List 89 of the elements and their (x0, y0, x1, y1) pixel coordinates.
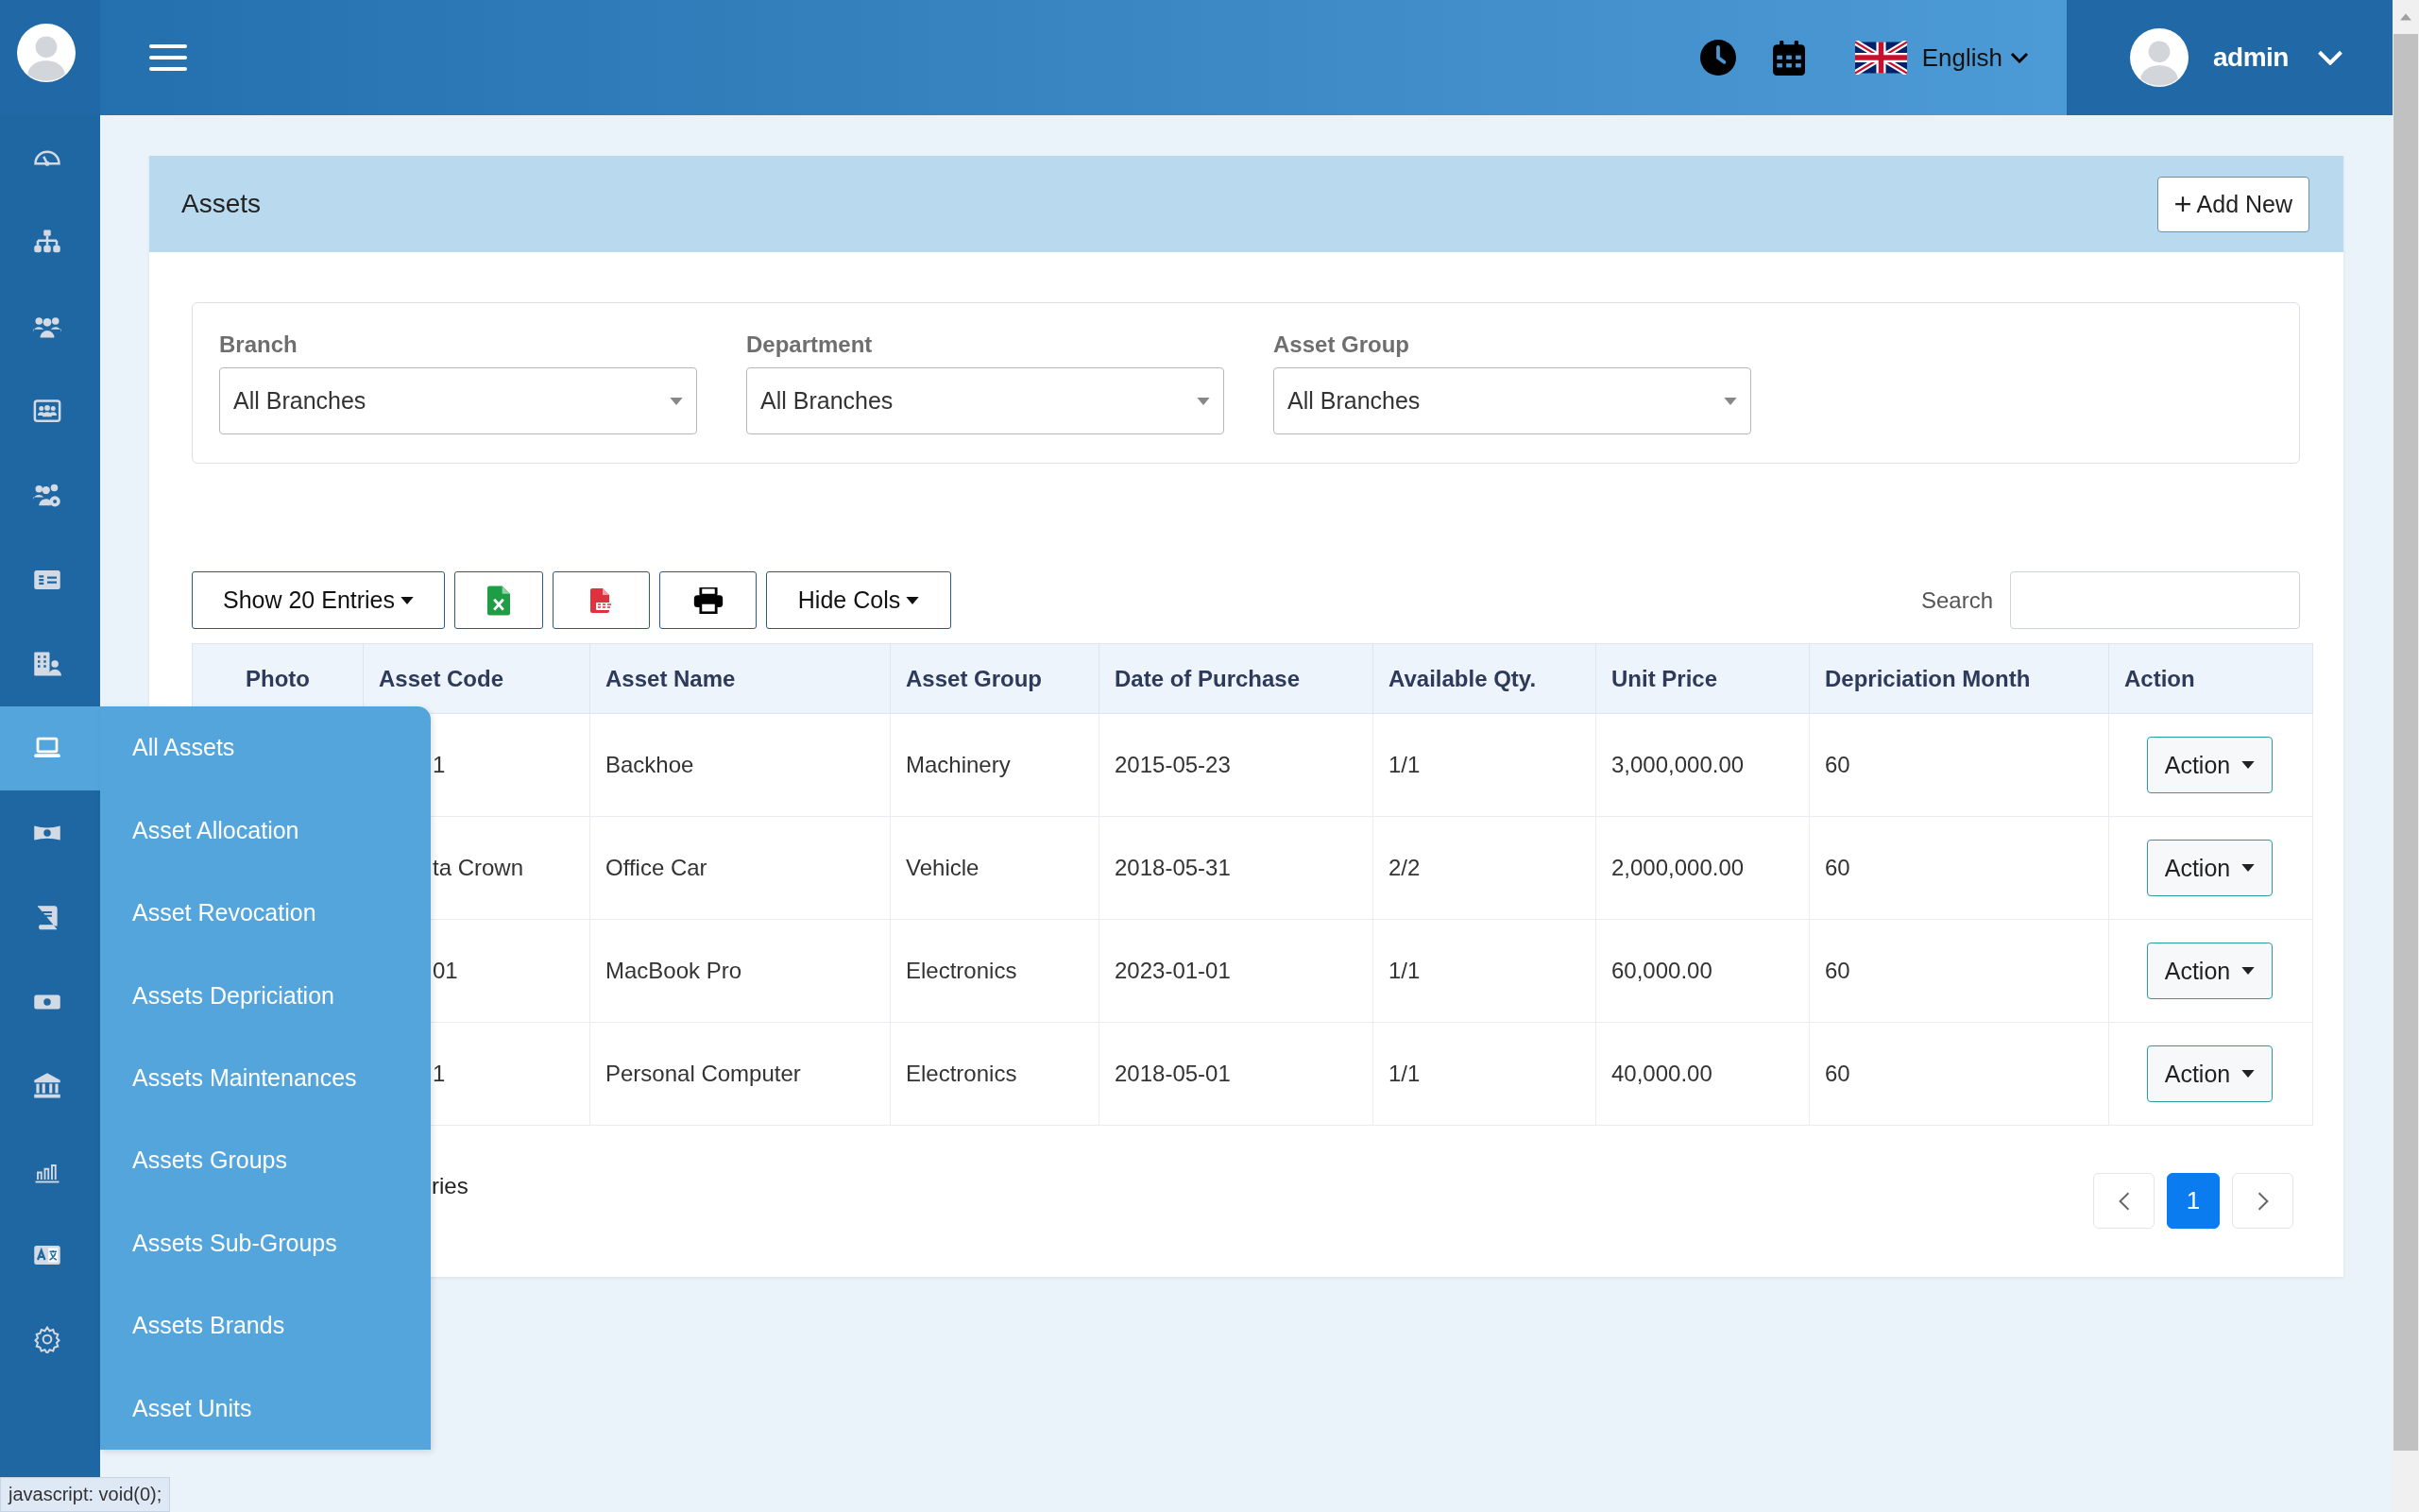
status-bar: javascript: void(0); (0, 1477, 171, 1512)
caret-icon (1197, 397, 1210, 405)
table-cell: 1/1 (1388, 1061, 1421, 1086)
page-title: Assets (181, 189, 263, 219)
action-button[interactable]: Action (2147, 1045, 2273, 1102)
plus-icon (2173, 195, 2191, 212)
table-cell: 2015-05-23 (1115, 752, 1231, 777)
print-button[interactable] (659, 571, 757, 629)
chevron-down-icon[interactable] (2010, 52, 2029, 63)
entries-button[interactable]: Show 20 Entries (192, 571, 445, 629)
table-cell: Office Car (605, 855, 707, 880)
table-cell: Vehicle (906, 855, 980, 880)
caret-icon (2241, 967, 2256, 975)
avatar-icon[interactable] (17, 24, 76, 82)
caret-icon (670, 397, 683, 405)
pdf-export-button[interactable] (553, 571, 650, 629)
filter-select[interactable]: All Branches (1273, 367, 1751, 434)
entries-info: ries (431, 1173, 468, 1199)
table-cell: ta Crown (433, 855, 524, 880)
column-header: Asset Group (906, 665, 1043, 691)
caret-icon (2241, 1070, 2256, 1078)
chevron-right-icon (2256, 1190, 2270, 1212)
caret-icon (906, 596, 920, 604)
table-cell: Electronics (906, 1061, 1017, 1086)
table-cell: Backhoe (605, 752, 694, 777)
caret-icon (2241, 864, 2256, 872)
table-cell: 2018-05-31 (1115, 855, 1231, 880)
table-cell: 1 (433, 752, 446, 777)
filter-select[interactable]: All Branches (746, 367, 1224, 434)
table-cell: 2/2 (1388, 855, 1421, 880)
table-cell: 2,000,000.00 (1611, 855, 1745, 880)
table-cell: 60 (1825, 1061, 1850, 1086)
table-cell: 60 (1825, 958, 1850, 983)
column-header: Asset Name (605, 665, 736, 691)
page-button[interactable]: 1 (2167, 1173, 2220, 1229)
calendar-icon[interactable] (1772, 40, 1805, 76)
table-cell: 01 (433, 958, 458, 983)
clock-icon[interactable] (1699, 40, 1736, 76)
avatar-icon (2130, 28, 2189, 87)
table-cell: Personal Computer (605, 1061, 801, 1086)
table-cell: 60 (1825, 752, 1850, 777)
table-cell: 3,000,000.00 (1611, 752, 1745, 777)
chevron-down-icon (2316, 50, 2343, 65)
table-cell: 1/1 (1388, 752, 1421, 777)
filter-label: Branch (219, 331, 298, 358)
action-button[interactable]: Action (2147, 943, 2273, 999)
column-header: Depriciation Month (1825, 665, 2031, 691)
menu-icon[interactable] (149, 44, 187, 71)
caret-icon (400, 596, 414, 604)
action-button[interactable]: Action (2147, 737, 2273, 793)
column-header: Asset Code (379, 665, 504, 691)
search-label: Search (1920, 586, 1993, 614)
print-icon (692, 586, 724, 614)
column-header: Unit Price (1611, 665, 1718, 691)
bank-icon (33, 1072, 61, 1100)
table-cell: 2023-01-01 (1115, 958, 1231, 983)
scroll-up-icon[interactable] (2400, 13, 2411, 21)
chevron-left-icon (2117, 1190, 2131, 1212)
table-cell: 2018-05-01 (1115, 1061, 1231, 1086)
column-header: Photo (246, 665, 310, 691)
column-header: Available Qty. (1388, 665, 1537, 691)
sidebar-item[interactable] (0, 705, 100, 791)
excel-export-button[interactable] (454, 571, 543, 629)
flag-icon[interactable] (1854, 41, 1907, 75)
add-new-button[interactable]: Add New (2156, 176, 2309, 232)
caret-icon (2241, 761, 2256, 769)
table-cell: 60 (1825, 855, 1850, 880)
search-field[interactable] (2010, 571, 2300, 629)
filter-select[interactable]: All Branches (219, 367, 697, 434)
table-cell: Machinery (906, 752, 1011, 777)
column-header: Date of Purchase (1115, 665, 1301, 691)
filter-label: Department (746, 331, 874, 358)
spreadsheet-file-icon (487, 585, 510, 616)
column-header: Action (2124, 665, 2195, 691)
settings-icon (33, 1325, 61, 1354)
table-cell: 40,000.00 (1611, 1061, 1712, 1086)
user-panel[interactable]: admin (2067, 0, 2393, 115)
table-cell: Electronics (906, 958, 1017, 983)
table-cell: 1/1 (1388, 958, 1421, 983)
building-user-icon (33, 650, 61, 679)
hide-columns-button[interactable]: Hide Cols (766, 571, 951, 629)
caret-icon (1724, 397, 1737, 405)
language-selector[interactable]: English (1921, 42, 2002, 73)
user-name: admin (2213, 42, 2289, 73)
table-cell: 60,000.00 (1611, 958, 1712, 983)
table-cell: 1 (433, 1061, 446, 1086)
action-button[interactable]: Action (2147, 840, 2273, 896)
table-cell: MacBook Pro (605, 958, 742, 983)
filter-label: Asset Group (1273, 331, 1411, 358)
